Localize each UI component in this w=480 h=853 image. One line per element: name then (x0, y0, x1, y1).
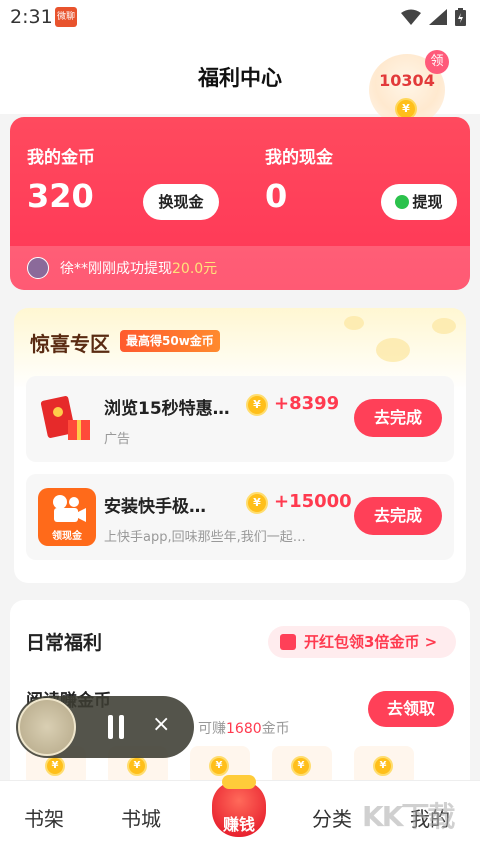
wifi-icon (401, 9, 421, 25)
read-earn-sub: 可赚1680金币 (198, 718, 290, 738)
kuaishou-icon-label: 领现金 (52, 531, 82, 542)
coins-label: 我的金币 (27, 148, 95, 168)
system-icons (401, 8, 466, 26)
task-item: 领现金 安装快手极… 上快手app,回味那些年,我们一起… ¥ +15000 去… (26, 474, 454, 560)
claim-badge[interactable]: 领 (425, 50, 449, 74)
withdraw-label: 提现 (412, 193, 443, 211)
app-notification-icon: 微聊 (55, 7, 77, 27)
withdraw-notice: 徐**刚刚成功提现20.0元 (10, 246, 470, 290)
claim-button[interactable]: 去领取 (368, 691, 454, 727)
surprise-tag: 最高得50w金币 (120, 330, 220, 352)
watermark: KK下载 (362, 800, 455, 833)
read-sub-amount: 1680 (226, 721, 262, 737)
kuaishou-app-icon: 领现金 (38, 488, 96, 546)
task-complete-button[interactable]: 去完成 (354, 399, 442, 437)
task-name: 浏览15秒特惠… (104, 399, 230, 419)
gold-coin-icon: ¥ (246, 492, 268, 514)
gold-coin-icon: ¥ (127, 756, 147, 776)
money-bag-top (222, 775, 256, 789)
task-complete-button[interactable]: 去完成 (354, 497, 442, 535)
read-sub-prefix: 可赚 (198, 721, 226, 737)
daily-title: 日常福利 (26, 632, 103, 654)
task-sub: 广告 (104, 432, 131, 447)
book-cover-thumbnail[interactable] (18, 698, 76, 756)
notice-amount: 20.0元 (172, 261, 218, 277)
red-envelope-icon (280, 634, 296, 650)
gold-coin-icon: ¥ (373, 756, 393, 776)
gold-coin-icon: ¥ (246, 394, 268, 416)
surprise-zone: 惊喜专区 最高得50w金币 浏览15秒特惠… 广告 ¥ +8399 去完成 领现… (14, 308, 466, 583)
pause-icon[interactable] (106, 715, 126, 739)
tab-category[interactable]: 分类 (312, 803, 352, 832)
battery-icon (455, 8, 466, 26)
signal-icon (429, 9, 447, 25)
status-bar: 2:31 微聊 (0, 0, 480, 34)
task-item: 浏览15秒特惠… 广告 ¥ +8399 去完成 (26, 376, 454, 462)
coin-decoration (344, 316, 364, 330)
tab-earn[interactable]: 赚钱 (208, 775, 270, 843)
withdraw-button[interactable]: 提现 (381, 184, 457, 220)
gold-coin-icon: ¥ (291, 756, 311, 776)
cash-label: 我的现金 (265, 148, 333, 168)
avatar (27, 257, 49, 279)
wallet-card: 我的金币 320 换现金 我的现金 0 提现 徐**刚刚成功提现20.0元 (10, 117, 470, 290)
coin-decoration (432, 318, 456, 334)
notice-text: 徐**刚刚成功提现20.0元 (60, 258, 217, 278)
tab-bookshelf[interactable]: 书架 (24, 803, 64, 832)
task-sub: 上快手app,回味那些年,我们一起… (104, 530, 306, 545)
task-reward: +8399 (274, 393, 340, 414)
tab-bookstore[interactable]: 书城 (121, 803, 161, 832)
cash-value: 0 (265, 177, 288, 215)
coins-value: 320 (27, 177, 94, 215)
red-envelope-gift-icon (38, 390, 96, 448)
status-time: 2:31 (10, 6, 53, 28)
close-icon[interactable]: × (152, 712, 170, 737)
coin-bubble[interactable]: 10304 ¥ 领 (369, 50, 449, 126)
task-reward: +15000 (274, 491, 352, 512)
surprise-title: 惊喜专区 (30, 332, 110, 356)
floating-audio-player[interactable]: × (16, 696, 194, 758)
gold-coin-icon: ¥ (45, 756, 65, 776)
wechat-icon (395, 195, 410, 209)
gold-coin-icon: ¥ (209, 756, 229, 776)
notice-message: 徐**刚刚成功提现 (60, 261, 172, 277)
promo-label: 开红包领3倍金币 > (304, 633, 438, 651)
coin-decoration (376, 338, 410, 362)
read-sub-suffix: 金币 (261, 721, 290, 737)
tab-earn-label: 赚钱 (222, 815, 255, 834)
coin-bubble-count: 10304 (379, 71, 435, 90)
exchange-cash-button[interactable]: 换现金 (143, 184, 219, 220)
red-packet-promo-button[interactable]: 开红包领3倍金币 > (268, 626, 456, 658)
task-name: 安装快手极… (104, 497, 206, 517)
